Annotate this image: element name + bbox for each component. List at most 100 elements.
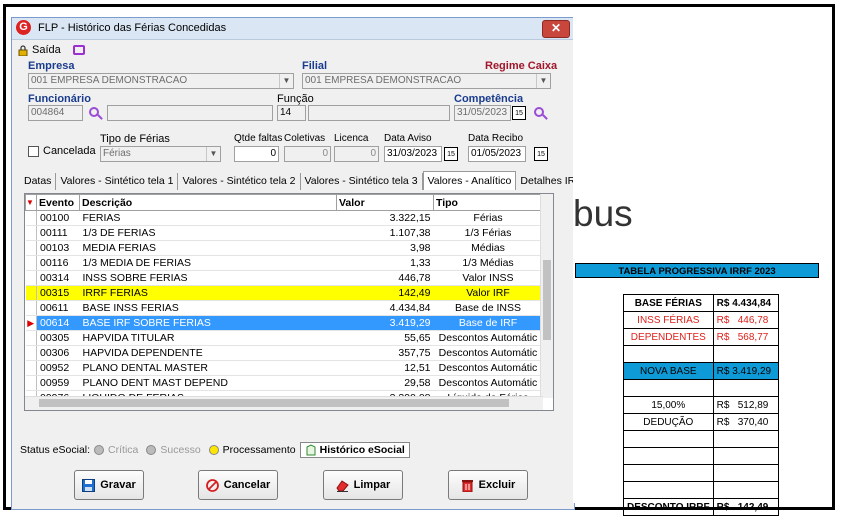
table-row[interactable]: 00314 INSS SOBRE FERIAS 446,78 Valor INSS [25, 270, 543, 286]
table-row[interactable]: 00959 PLANO DENT MAST DEPEND 29,58 Desconto… [25, 375, 543, 391]
tab-sintetico-1[interactable]: Valores - Sintético tela 1 [56, 173, 179, 190]
cell-descricao: BASE IRF SOBRE FERIAS [79, 315, 337, 331]
excluir-button[interactable]: Excluir [448, 470, 528, 500]
sucesso-radio[interactable] [146, 445, 157, 455]
cell-evento: 00305 [36, 330, 80, 346]
cell-tipo: Base de INSS [433, 300, 543, 316]
chevron-down-icon: ▼ [279, 74, 293, 88]
sort-indicator-icon: ▼ [25, 194, 37, 211]
table-row-selected[interactable]: ▶ 00614 BASE IRF SOBRE FERIAS 3.419,29 Base … [25, 315, 543, 331]
table-row[interactable]: 00111 1/3 DE FERIAS 1.107,38 1/3 Férias [25, 225, 543, 241]
empty-cell [712, 379, 779, 397]
funcionario-field[interactable]: 004864 [28, 105, 83, 121]
table-row-highlighted[interactable]: 00315 IRRF FERIAS 142,49 Valor IRF [25, 285, 543, 301]
gravar-button[interactable]: Gravar [74, 470, 144, 500]
limpar-button[interactable]: Limpar [323, 470, 403, 500]
cell-tipo: Descontos Automátic [433, 345, 543, 361]
table-row[interactable]: 00306 HAPVIDA DEPENDENTE 357,75 Descontos A… [25, 345, 543, 361]
vertical-scrollbar[interactable] [540, 194, 553, 398]
message-icon[interactable] [72, 45, 85, 55]
currency: R$ [716, 331, 730, 343]
cell-descricao: 1/3 DE FERIAS [79, 225, 337, 241]
table-row[interactable]: 00100 FERIAS 3.322,15 Férias [25, 210, 543, 226]
funcao-desc-field[interactable] [308, 105, 450, 121]
coletivas-field[interactable]: 0 [284, 146, 331, 162]
cell-valor: 12,51 [336, 360, 434, 376]
header-evento[interactable]: Evento [36, 194, 80, 211]
table-row: BASE FÉRIAS R$ 4.434,84 [623, 294, 779, 312]
calendar-icon[interactable]: 15 [534, 147, 548, 161]
row-value: R$ 370,40 [712, 413, 779, 431]
table-row[interactable]: 00611 BASE INSS FERIAS 4.434,84 Base de INS… [25, 300, 543, 316]
data-aviso-field[interactable]: 31/03/2023 [384, 146, 442, 162]
table-row[interactable]: 00116 1/3 MEDIA DE FERIAS 1,33 1/3 Médias [25, 255, 543, 271]
row-label: DEDUÇÃO [623, 413, 714, 431]
processamento-radio[interactable] [208, 445, 219, 455]
cell-valor: 446,78 [336, 270, 434, 286]
calendar-icon[interactable]: 15 [444, 147, 458, 161]
licenca-field[interactable]: 0 [334, 146, 379, 162]
table-row[interactable]: 00305 HAPVIDA TITULAR 55,65 Descontos Autom… [25, 330, 543, 346]
tab-detalhes-ir[interactable]: Detalhes IR [516, 173, 574, 190]
currency: R$ [716, 399, 730, 411]
save-icon [82, 478, 96, 492]
search-icon[interactable] [534, 107, 544, 117]
horizontal-scrollbar[interactable] [25, 396, 543, 410]
tab-sintetico-2[interactable]: Valores - Sintético tela 2 [178, 173, 301, 190]
cell-evento: 00116 [36, 255, 80, 271]
search-icon[interactable] [89, 107, 99, 117]
cell-evento: 00306 [36, 345, 80, 361]
row-indicator [25, 345, 37, 361]
funcionario-label: Funcionário [28, 93, 91, 105]
close-button[interactable]: ✕ [542, 20, 570, 38]
header-tipo[interactable]: Tipo [433, 194, 543, 211]
amount: 142,49 [737, 501, 769, 513]
funcao-field[interactable]: 14 [277, 105, 306, 121]
header-descricao[interactable]: Descrição [79, 194, 337, 211]
limpar-label: Limpar [353, 479, 391, 491]
empresa-select[interactable]: 001 EMPRESA DEMONSTRACAO ▼ [28, 73, 294, 89]
critica-radio[interactable] [94, 445, 105, 455]
table-row [623, 430, 779, 448]
trash-icon [461, 479, 473, 492]
data-recibo-field[interactable]: 01/05/2023 [468, 146, 526, 162]
table-row[interactable]: 00952 PLANO DENTAL MASTER 12,51 Descontos A… [25, 360, 543, 376]
funcionario-name-field[interactable] [107, 105, 273, 121]
cancel-icon [205, 478, 219, 492]
cell-evento: 00111 [36, 225, 80, 241]
table-header: ▼ Evento Descrição Valor Tipo [25, 194, 543, 211]
empresa-label: Empresa [28, 60, 75, 72]
row-indicator [25, 225, 37, 241]
competencia-field[interactable]: 31/05/2023 [454, 105, 511, 121]
screenshot-frame: G FLP - Histórico das Férias Concedidas … [3, 4, 835, 516]
tab-datas[interactable]: Datas [20, 173, 57, 190]
partial-heading: bus [573, 193, 633, 234]
cell-descricao: INSS SOBRE FERIAS [79, 270, 337, 286]
tipo-ferias-label: Tipo de Férias [100, 133, 170, 145]
calendar-icon[interactable]: 15 [512, 106, 526, 120]
tab-sintetico-3[interactable]: Valores - Sintético tela 3 [301, 173, 423, 190]
tab-analitico[interactable]: Valores - Analítico [422, 171, 517, 190]
saida-button[interactable]: Saída [32, 44, 61, 56]
tipo-ferias-select[interactable]: Férias ▼ [100, 146, 221, 162]
currency: R$ [716, 501, 730, 513]
cancelada-checkbox[interactable] [28, 146, 39, 157]
data-recibo-label: Data Recibo [468, 133, 524, 144]
scroll-thumb[interactable] [39, 399, 509, 407]
scroll-thumb[interactable] [543, 260, 551, 340]
chevron-down-icon: ▼ [206, 147, 220, 161]
header-valor[interactable]: Valor [336, 194, 434, 211]
row-indicator [25, 240, 37, 256]
table-row[interactable]: 00103 MEDIA FERIAS 3,98 Médias [25, 240, 543, 256]
qtde-faltas-field[interactable]: 0 [234, 146, 279, 162]
cell-descricao: PLANO DENT MAST DEPEND [79, 375, 337, 391]
cell-tipo: Descontos Automátic [433, 375, 543, 391]
historico-esocial-label: Histórico eSocial [319, 444, 405, 456]
empty-cell [712, 481, 779, 499]
cell-evento: 00315 [36, 285, 80, 301]
filial-select[interactable]: 001 EMPRESA DEMONSTRACAO ▼ [302, 73, 551, 89]
historico-esocial-button[interactable]: Histórico eSocial [299, 442, 410, 458]
row-indicator [25, 270, 37, 286]
cancelar-button[interactable]: Cancelar [198, 470, 278, 500]
empty-cell [623, 345, 714, 363]
